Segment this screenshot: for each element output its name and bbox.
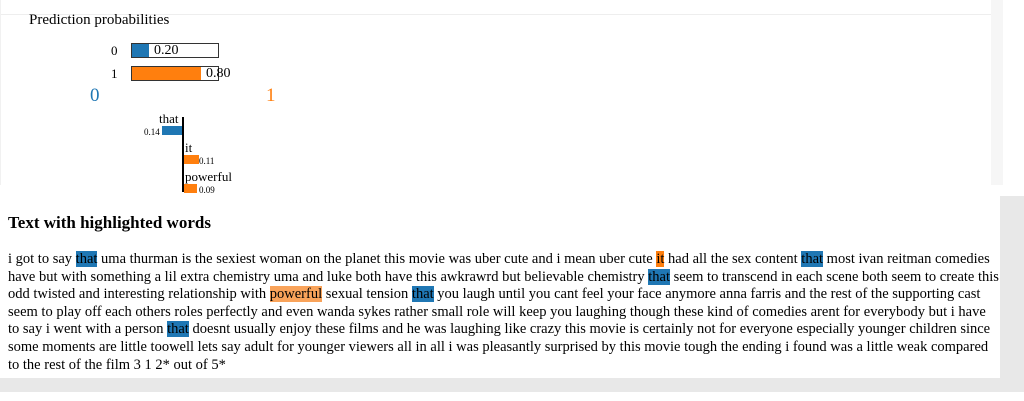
prob-bar-1: 0.80: [131, 66, 231, 81]
highlighted-word: that: [801, 251, 824, 267]
prediction-title: Prediction probabilities: [29, 12, 170, 28]
prob-row-label: 1: [111, 66, 118, 81]
feature-value: 0.09: [199, 185, 215, 195]
highlighted-word: powerful: [269, 286, 323, 303]
highlighted-word: that: [167, 321, 189, 338]
bottom-scroll-strip: [0, 378, 1000, 392]
feature-bar: [162, 126, 182, 135]
highlighted-text-body: i got to say that uma thurman is the sex…: [8, 251, 1000, 374]
feature-bar: [184, 155, 199, 164]
feature-word: powerful: [185, 169, 232, 184]
prob-value: 0.80: [206, 66, 231, 81]
feature-word: it: [185, 140, 193, 155]
highlighted-word: that: [75, 251, 98, 267]
text-segment: i got to say: [8, 251, 76, 267]
highlighted-word: that: [648, 268, 670, 285]
prediction-panel: Prediction probabilities 0 0.20 1 0.80 0…: [0, 0, 1003, 195]
panel-right-shade: [991, 0, 1003, 185]
prob-bar-0: 0.20: [131, 43, 219, 58]
right-scroll-strip: [1000, 196, 1024, 392]
feature-word: that: [159, 111, 179, 126]
feature-value: 0.11: [199, 156, 215, 166]
highlighted-word: that: [411, 286, 434, 303]
prob-fill: [132, 44, 150, 57]
class-label-right: 1: [266, 85, 276, 106]
prob-fill: [132, 67, 201, 80]
feature-bar: [184, 184, 197, 193]
highlighted-text-heading: Text with highlighted words: [8, 213, 211, 232]
feature-value: 0.14: [144, 127, 160, 137]
text-segment: had all the sex content: [664, 251, 802, 267]
lime-explanation-page: Prediction probabilities 0 0.20 1 0.80 0…: [0, 0, 1024, 401]
text-segment: uma thurman is the sexiest woman on the …: [97, 251, 657, 267]
class-label-left: 0: [90, 85, 100, 106]
prob-value: 0.20: [154, 43, 179, 58]
text-segment: sexual tension: [322, 286, 412, 303]
prob-row-label: 0: [111, 43, 118, 58]
